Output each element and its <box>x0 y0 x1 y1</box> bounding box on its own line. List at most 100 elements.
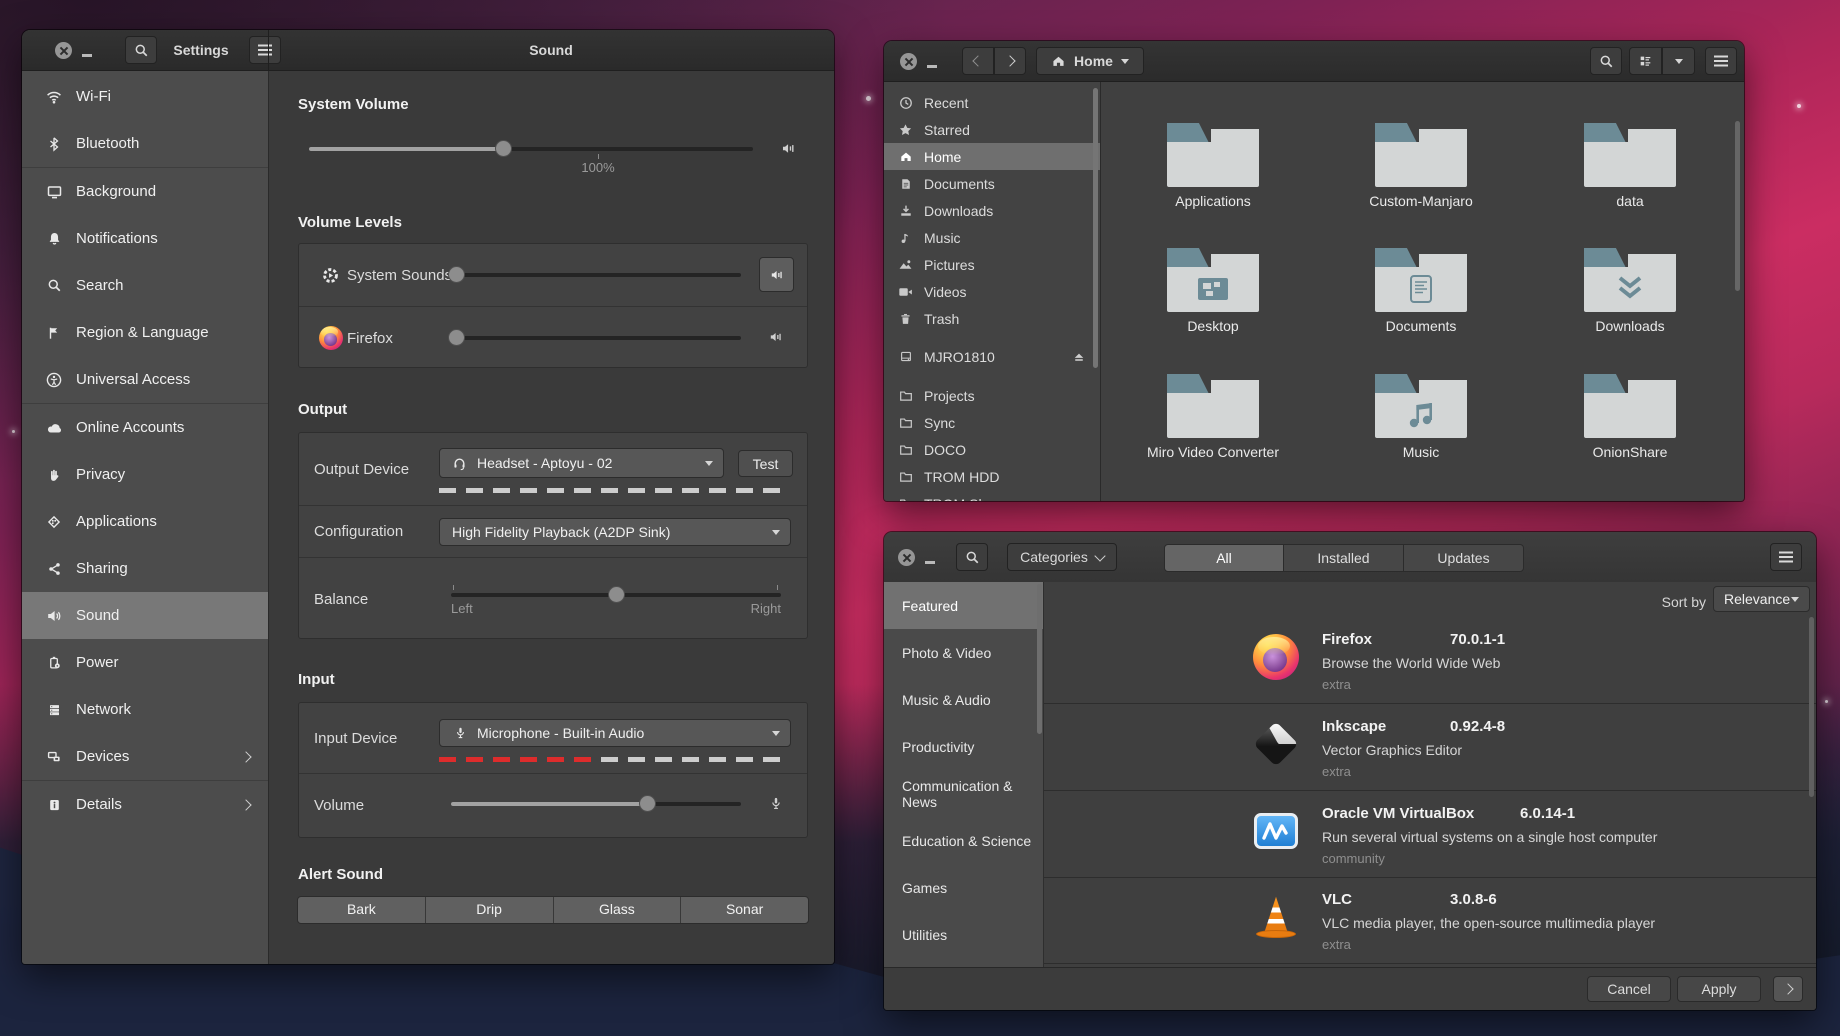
balance-slider-handle[interactable] <box>608 586 625 603</box>
folder-label[interactable]: data <box>1540 193 1720 209</box>
firefox-volume-slider-handle[interactable] <box>448 329 465 346</box>
sidebar-item-notifications[interactable]: Notifications <box>22 215 268 262</box>
sidebar-item-online-accounts[interactable]: Online Accounts <box>22 404 268 451</box>
folder-label[interactable]: OnionShare <box>1540 444 1720 460</box>
sidebar-item-region-language[interactable]: Region & Language <box>22 309 268 356</box>
sidebar-item-pictures[interactable]: Pictures <box>884 251 1100 278</box>
folder-custom-manjaro[interactable] <box>1375 123 1467 187</box>
menu-button[interactable] <box>1705 47 1737 75</box>
folder-label[interactable]: Downloads <box>1540 318 1720 334</box>
folder-miro-video-converter[interactable] <box>1167 374 1259 438</box>
folder-music[interactable] <box>1375 374 1467 438</box>
sidebar-item-trom-share[interactable]: TROM Share <box>884 490 1100 501</box>
eject-button[interactable] <box>1072 351 1086 363</box>
sidebar-item-background[interactable]: Background <box>22 168 268 215</box>
folder-desktop[interactable] <box>1167 248 1259 312</box>
sidebar-item-music[interactable]: Music <box>884 224 1100 251</box>
sidebar-item-network[interactable]: Network <box>22 686 268 733</box>
close-button[interactable] <box>898 549 915 566</box>
sidebar-item-downloads[interactable]: Downloads <box>884 197 1100 224</box>
sidebar-item-starred[interactable]: Starred <box>884 116 1100 143</box>
alert-sound-option-glass[interactable]: Glass <box>554 897 682 923</box>
sidebar-item-details[interactable]: Details <box>22 781 268 828</box>
sidebar-item-trash[interactable]: Trash <box>884 305 1100 332</box>
configuration-dropdown[interactable]: High Fidelity Playback (A2DP Sink) <box>439 518 791 546</box>
folder-downloads[interactable] <box>1584 248 1676 312</box>
close-button[interactable] <box>55 42 72 59</box>
folder-label[interactable]: Music <box>1331 444 1511 460</box>
minimize-button[interactable] <box>925 561 935 564</box>
category-utilities[interactable]: Utilities <box>884 911 1043 958</box>
sidebar-item-applications[interactable]: Applications <box>22 498 268 545</box>
folder-applications[interactable] <box>1167 123 1259 187</box>
category-featured[interactable]: Featured <box>884 582 1043 629</box>
view-options-button[interactable] <box>1662 47 1695 75</box>
minimize-button[interactable] <box>82 54 92 57</box>
system-volume-slider[interactable] <box>309 147 753 151</box>
test-button[interactable]: Test <box>738 450 793 477</box>
sidebar-item-sync[interactable]: Sync <box>884 409 1100 436</box>
sidebar-item-universal-access[interactable]: Universal Access <box>22 356 268 403</box>
firefox-volume-slider[interactable] <box>456 336 741 340</box>
menu-button[interactable] <box>1770 543 1802 571</box>
folder-documents[interactable] <box>1375 248 1467 312</box>
sidebar-item-privacy[interactable]: Privacy <box>22 451 268 498</box>
content-scrollbar[interactable] <box>1735 121 1740 291</box>
folder-label[interactable]: Documents <box>1331 318 1511 334</box>
location-button[interactable]: Home <box>1036 47 1144 75</box>
input-volume-slider-handle[interactable] <box>639 795 656 812</box>
sidebar-item-sound[interactable]: Sound <box>22 592 268 639</box>
next-page-button[interactable] <box>1773 976 1803 1002</box>
tab-installed[interactable]: Installed <box>1283 544 1404 572</box>
search-button[interactable] <box>125 36 157 64</box>
package-row-firefox[interactable]: Firefox 70.0.1-1 Browse the World Wide W… <box>1044 617 1816 704</box>
list-scrollbar[interactable] <box>1809 617 1814 797</box>
folder-label[interactable]: Miro Video Converter <box>1123 444 1303 460</box>
input-device-dropdown[interactable]: Microphone - Built-in Audio <box>439 719 791 747</box>
sidebar-item-power[interactable]: Power <box>22 639 268 686</box>
folder-label[interactable]: Applications <box>1123 193 1303 209</box>
back-button[interactable] <box>962 47 994 75</box>
system-sounds-mute-button[interactable] <box>759 257 794 292</box>
output-device-dropdown[interactable]: Headset - Aptoyu - 02 <box>439 448 724 478</box>
minimize-button[interactable] <box>927 65 937 68</box>
search-button[interactable] <box>1590 47 1622 75</box>
tab-updates[interactable]: Updates <box>1403 544 1524 572</box>
package-row-vlc[interactable]: VLC 3.0.8-6 VLC media player, the open-s… <box>1044 877 1816 964</box>
sidebar-item-sharing[interactable]: Sharing <box>22 545 268 592</box>
sidebar-item-recent[interactable]: Recent <box>884 89 1100 116</box>
sidebar-item-search[interactable]: Search <box>22 262 268 309</box>
sidebar-item-devices[interactable]: Devices <box>22 733 268 780</box>
search-button[interactable] <box>956 543 988 571</box>
system-volume-slider-handle[interactable] <box>495 140 512 157</box>
close-button[interactable] <box>900 53 917 70</box>
sidebar-item-doco[interactable]: DOCO <box>884 436 1100 463</box>
folder-label[interactable]: Desktop <box>1123 318 1303 334</box>
alert-sound-option-bark[interactable]: Bark <box>298 897 426 923</box>
categories-button[interactable]: Categories <box>1007 543 1117 571</box>
package-row-inkscape[interactable]: Inkscape 0.92.4-8 Vector Graphics Editor… <box>1044 704 1816 791</box>
category-productivity[interactable]: Productivity <box>884 723 1043 770</box>
system-sounds-slider[interactable] <box>456 273 741 277</box>
alert-sound-option-drip[interactable]: Drip <box>426 897 554 923</box>
alert-sound-option-sonar[interactable]: Sonar <box>681 897 808 923</box>
sidebar-scrollbar[interactable] <box>1093 88 1098 368</box>
forward-button[interactable] <box>994 47 1026 75</box>
sort-dropdown[interactable]: Relevance <box>1713 586 1810 612</box>
tab-all[interactable]: All <box>1164 544 1284 572</box>
folder-data[interactable] <box>1584 123 1676 187</box>
view-mode-button[interactable] <box>1629 47 1662 75</box>
sidebar-item-trom-hdd[interactable]: TROM HDD <box>884 463 1100 490</box>
apply-button[interactable]: Apply <box>1677 976 1761 1002</box>
category-education-science[interactable]: Education & Science <box>884 817 1043 864</box>
system-sounds-slider-handle[interactable] <box>448 266 465 283</box>
sidebar-item-videos[interactable]: Videos <box>884 278 1100 305</box>
folder-label[interactable]: Custom-Manjaro <box>1331 193 1511 209</box>
cancel-button[interactable]: Cancel <box>1587 976 1671 1002</box>
category-communication-news[interactable]: Communication & News <box>884 770 1043 817</box>
input-volume-slider[interactable] <box>451 802 741 806</box>
category-photo-video[interactable]: Photo & Video <box>884 629 1043 676</box>
sidebar-item-bluetooth[interactable]: Bluetooth <box>22 120 268 167</box>
sidebar-item-home[interactable]: Home <box>884 143 1100 170</box>
category-music-audio[interactable]: Music & Audio <box>884 676 1043 723</box>
